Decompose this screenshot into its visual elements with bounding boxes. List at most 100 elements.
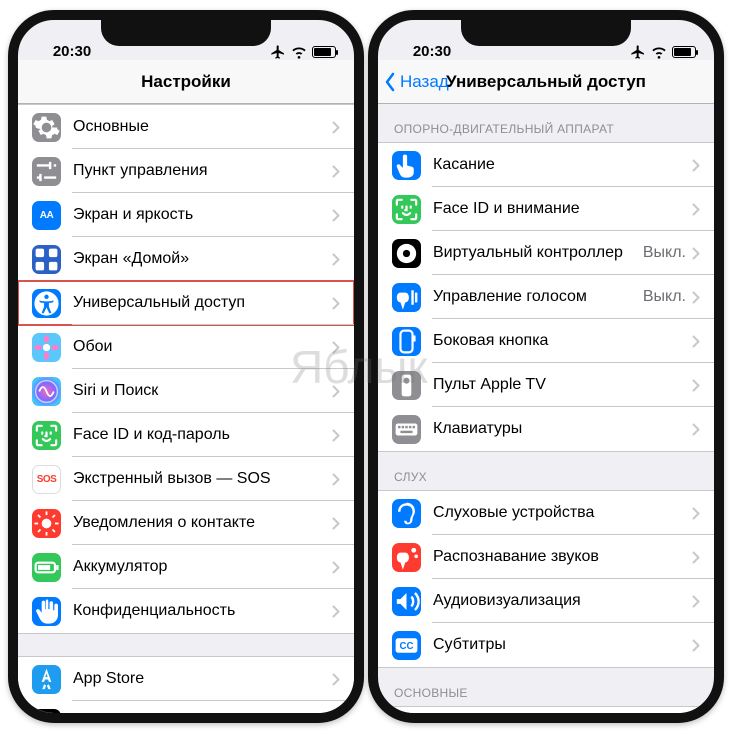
- chevron-right-icon: [332, 341, 340, 354]
- wifi-icon: [651, 44, 667, 60]
- row-keyboards[interactable]: Клавиатуры: [378, 407, 714, 451]
- sliders-icon: [32, 157, 61, 186]
- row-audio-visual[interactable]: Аудиовизуализация: [378, 579, 714, 623]
- chevron-right-icon: [332, 297, 340, 310]
- exposure-icon: [32, 509, 61, 538]
- row-apple-tv-remote[interactable]: Пульт Apple TV: [378, 363, 714, 407]
- row-sound-recognition[interactable]: Распознавание звуков: [378, 535, 714, 579]
- row-label: Siri и Поиск: [73, 382, 332, 400]
- row-battery[interactable]: Аккумулятор: [18, 545, 354, 589]
- row-label: Касание: [433, 156, 692, 174]
- row-label: Универсальный доступ: [73, 294, 332, 312]
- row-label: Слуховые устройства: [433, 504, 692, 522]
- chevron-right-icon: [692, 159, 700, 172]
- chevron-right-icon: [692, 291, 700, 304]
- row-hearing-devices[interactable]: Слуховые устройства: [378, 491, 714, 535]
- row-detail: Выкл.: [643, 244, 686, 262]
- faceid-icon: [32, 421, 61, 450]
- row-label: Пульт Apple TV: [433, 376, 692, 394]
- row-label: Face ID и внимание: [433, 200, 692, 218]
- appstore-icon: [32, 665, 61, 694]
- settings-list[interactable]: Основные Пункт управления AAЭкран и яркост…: [18, 104, 354, 713]
- back-button[interactable]: Назад: [384, 72, 449, 92]
- row-label: Пункт управления: [73, 162, 332, 180]
- chevron-right-icon: [692, 595, 700, 608]
- row-accessibility[interactable]: Универсальный доступ: [18, 281, 354, 325]
- row-label: Уведомления о контакте: [73, 514, 332, 532]
- chevron-right-icon: [332, 165, 340, 178]
- row-home-screen[interactable]: Экран «Домой»: [18, 237, 354, 281]
- sos-icon: SOS: [32, 465, 61, 494]
- row-exposure[interactable]: Уведомления о контакте: [18, 501, 354, 545]
- chevron-right-icon: [332, 561, 340, 574]
- chevron-right-icon: [332, 121, 340, 134]
- row-wallet[interactable]: Wallet и Apple Pay: [18, 701, 354, 713]
- remote-icon: [392, 371, 421, 400]
- chevron-right-icon: [692, 551, 700, 564]
- row-label: Распознавание звуков: [433, 548, 692, 566]
- side-icon: [392, 327, 421, 356]
- row-label: Субтитры: [433, 636, 692, 654]
- row-label: Виртуальный контроллер: [433, 244, 643, 262]
- grid-icon: [32, 245, 61, 274]
- nav-title: Настройки: [141, 72, 231, 92]
- chevron-right-icon: [332, 673, 340, 686]
- row-subtitles[interactable]: CC Субтитры: [378, 623, 714, 667]
- row-privacy[interactable]: Конфиденциальность: [18, 589, 354, 633]
- chevron-right-icon: [692, 203, 700, 216]
- nav-title: Универсальный доступ: [446, 72, 646, 92]
- row-label: Аудиовизуализация: [433, 592, 692, 610]
- section-header: СЛУХ: [378, 452, 714, 490]
- text-icon: AA: [32, 201, 61, 230]
- battery-icon: [312, 46, 336, 58]
- row-wallpaper[interactable]: Обои: [18, 325, 354, 369]
- gear-icon: [32, 113, 61, 142]
- chevron-right-icon: [332, 385, 340, 398]
- wifi-icon: [291, 44, 307, 60]
- battery-icon: [672, 46, 696, 58]
- cc-icon: CC: [392, 631, 421, 660]
- chevron-right-icon: [692, 335, 700, 348]
- touch-icon: [392, 151, 421, 180]
- ear-icon: [392, 499, 421, 528]
- settings-group: Слуховые устройства Распознавание звуков А…: [378, 490, 714, 668]
- keyboard-icon: [392, 415, 421, 444]
- accessibility-list[interactable]: ОПОРНО-ДВИГАТЕЛЬНЫЙ АППАРАТ Касание Face I…: [378, 104, 714, 713]
- chevron-right-icon: [332, 429, 340, 442]
- section-header: ОПОРНО-ДВИГАТЕЛЬНЫЙ АППАРАТ: [378, 104, 714, 142]
- row-label: Конфиденциальность: [73, 602, 332, 620]
- row-side-button[interactable]: Боковая кнопка: [378, 319, 714, 363]
- row-display-brightness[interactable]: AAЭкран и яркость: [18, 193, 354, 237]
- notch: [101, 20, 271, 46]
- settings-group: App Store Wallet и Apple Pay: [18, 656, 354, 713]
- status-time: 20:30: [42, 43, 102, 60]
- airplane-icon: [630, 44, 646, 60]
- row-label: Основные: [73, 118, 332, 136]
- row-label: Аккумулятор: [73, 558, 332, 576]
- nav-bar: Настройки: [18, 60, 354, 104]
- row-touch[interactable]: Касание: [378, 143, 714, 187]
- wallet-icon: [32, 709, 61, 714]
- back-label: Назад: [400, 72, 449, 92]
- chevron-right-icon: [332, 605, 340, 618]
- chevron-right-icon: [692, 379, 700, 392]
- row-switch-control[interactable]: Виртуальный контроллерВыкл.: [378, 231, 714, 275]
- flower-icon: [32, 333, 61, 362]
- row-label: App Store: [73, 670, 332, 688]
- chevron-right-icon: [332, 473, 340, 486]
- row-voice-control[interactable]: Управление голосомВыкл.: [378, 275, 714, 319]
- row-guided-access[interactable]: Гид-доступВыкл.: [378, 707, 714, 713]
- switch-icon: [392, 239, 421, 268]
- battery-icon: [32, 553, 61, 582]
- row-control-center[interactable]: Пункт управления: [18, 149, 354, 193]
- row-sos[interactable]: SOSЭкстренный вызов — SOS: [18, 457, 354, 501]
- voice-icon: [392, 283, 421, 312]
- accessibility-icon: [32, 289, 61, 318]
- row-general[interactable]: Основные: [18, 105, 354, 149]
- phone-right: 20:30 Назад Универсальный доступ ОПОРНО-…: [368, 10, 724, 723]
- row-appstore[interactable]: App Store: [18, 657, 354, 701]
- row-faceid-passcode[interactable]: Face ID и код-пароль: [18, 413, 354, 457]
- row-label: Face ID и код-пароль: [73, 426, 332, 444]
- row-siri-search[interactable]: Siri и Поиск: [18, 369, 354, 413]
- row-faceid-attention[interactable]: Face ID и внимание: [378, 187, 714, 231]
